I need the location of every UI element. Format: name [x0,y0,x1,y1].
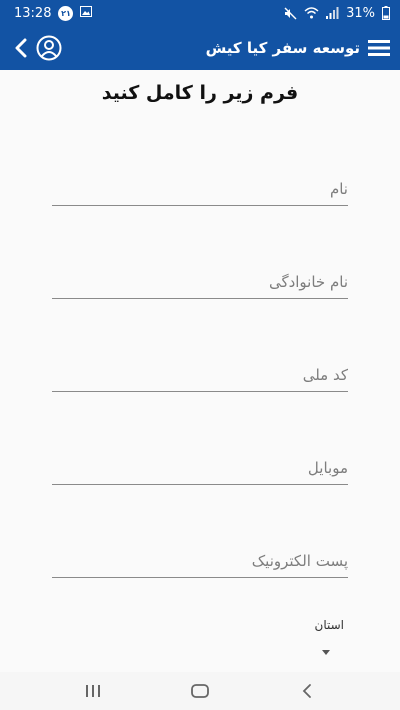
form-heading: فرم زیر را کامل کنید [101,82,299,104]
battery-text: 31% [346,5,375,21]
wifi-icon [304,7,319,19]
signal-icon [326,7,339,19]
account-icon[interactable] [36,35,62,61]
dropdown-caret-icon [322,650,330,655]
app-bar: توسعه سفر کیا کیش [0,26,400,70]
image-icon [80,5,93,21]
status-left: 13:28 ۲۱ [14,5,93,21]
back-icon[interactable] [12,38,30,58]
home-icon[interactable] [180,676,220,706]
battery-icon [382,6,390,20]
first-name-field [52,166,348,206]
province-label: استان [314,618,344,632]
status-right: 31% [284,6,390,21]
notification-badge-icon: ۲۱ [58,5,74,21]
mute-icon [284,7,297,20]
status-time: 13:28 [14,5,52,21]
menu-icon[interactable] [368,39,390,57]
last-name-input[interactable] [52,259,348,298]
mobile-input[interactable] [52,445,348,484]
province-select[interactable] [52,636,348,666]
mobile-field [52,445,348,485]
app-title: توسعه سفر کیا کیش [205,39,360,57]
system-nav-bar [0,672,400,710]
email-field [52,538,348,578]
status-bar: 13:28 ۲۱ 31% [0,0,400,26]
recent-apps-icon[interactable] [73,676,113,706]
first-name-input[interactable] [52,166,348,205]
email-input[interactable] [52,538,348,577]
last-name-field [52,259,348,299]
app-bar-left [12,35,62,61]
app-bar-right: توسعه سفر کیا کیش [206,39,390,57]
national-code-input[interactable] [52,352,348,391]
back-nav-icon[interactable] [287,676,327,706]
national-code-field [52,352,348,392]
